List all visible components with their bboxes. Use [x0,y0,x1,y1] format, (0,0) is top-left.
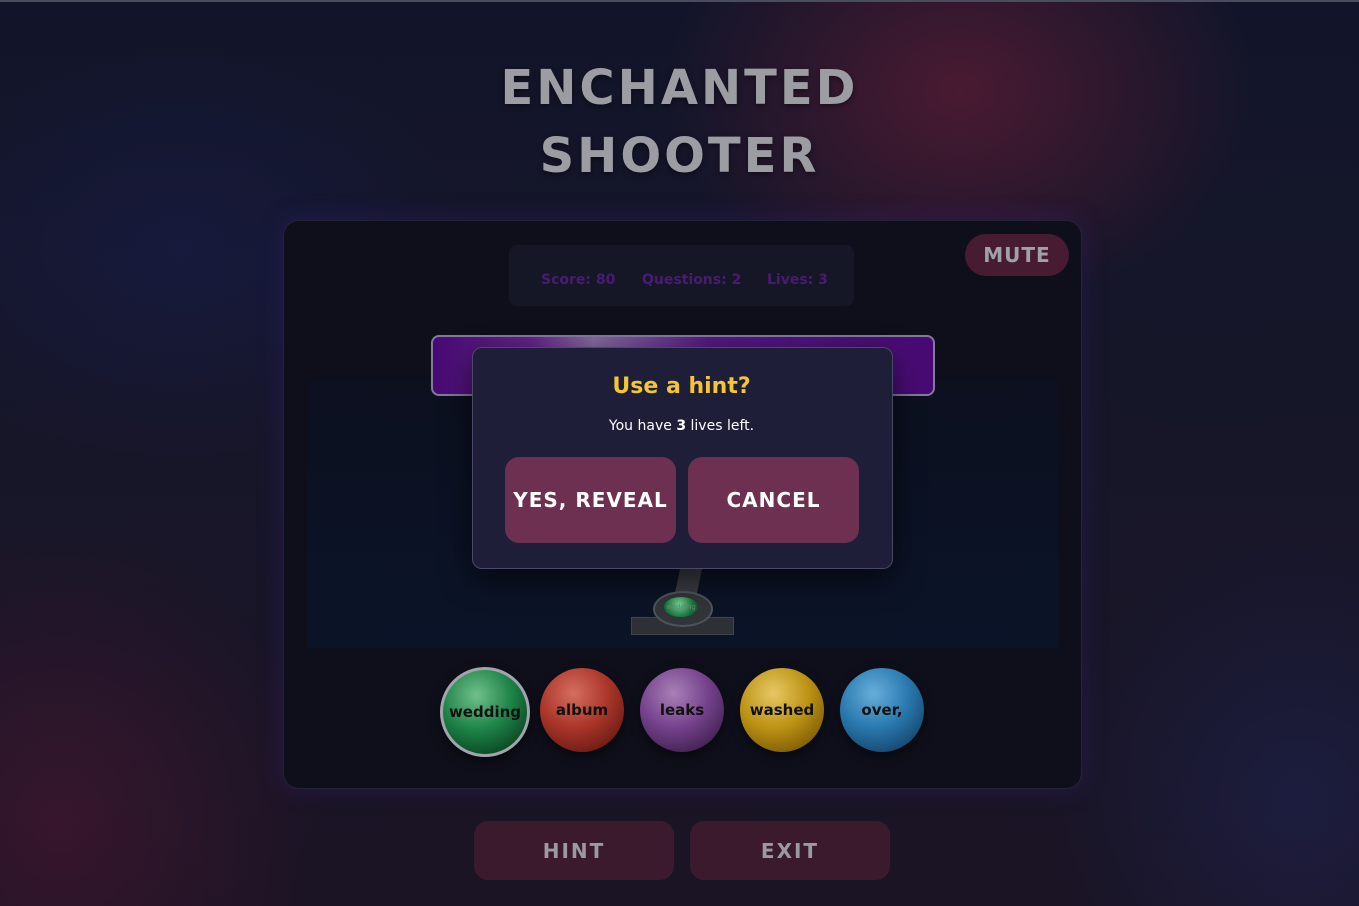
modal-text-before: You have [608,418,672,434]
game-title-line1: ENCHANTED [500,60,859,116]
game-title-line2: SHOOTER [539,128,820,184]
modal-text-after: lives left. [690,418,755,434]
top-border [0,0,1359,2]
exit-button[interactable]: EXIT [690,821,890,880]
modal-lives-count: 3 [676,418,687,434]
yes-reveal-button[interactable]: YES, REVEAL [505,457,676,543]
modal-message: You have 3 lives left. [472,418,891,434]
cancel-button[interactable]: CANCEL [688,457,859,543]
hint-button[interactable]: HINT [474,821,674,880]
modal-title: Use a hint? [612,374,751,399]
